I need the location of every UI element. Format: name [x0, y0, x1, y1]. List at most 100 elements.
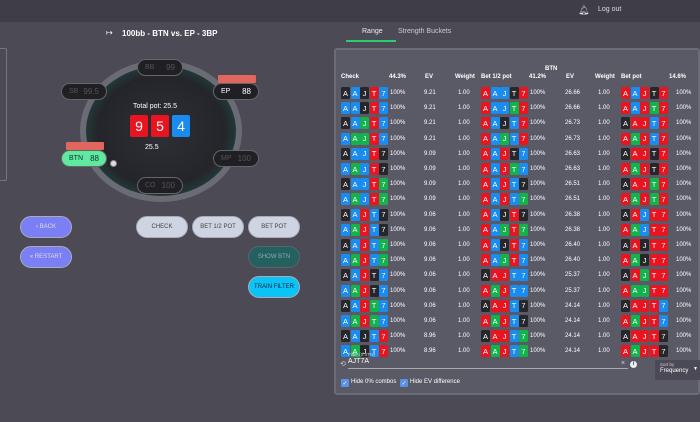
hand-card: A: [621, 132, 630, 145]
weight-cell: 1.00: [458, 181, 470, 188]
hand-card: A: [341, 284, 350, 297]
hand-combo[interactable]: AAJT7: [341, 102, 389, 115]
hand-combo[interactable]: AAJT7: [621, 178, 669, 191]
hand-combo[interactable]: AAJT7: [481, 117, 529, 130]
board-card: 5: [151, 115, 169, 137]
hand-combo[interactable]: AAJT7: [341, 193, 389, 206]
tab-strength-buckets[interactable]: Strength Buckets: [398, 28, 451, 35]
hand-combo[interactable]: AAJT7: [621, 87, 669, 99]
hand-combo[interactable]: AAJT7: [621, 117, 669, 130]
hand-combo[interactable]: AAJT7: [481, 87, 529, 99]
hand-card: 7: [659, 254, 668, 267]
hand-card: A: [341, 223, 350, 236]
back-button[interactable]: ‹ BACK: [20, 216, 72, 238]
weight-cell: 1.00: [458, 120, 470, 127]
bell-icon[interactable]: 🔔︎: [578, 5, 589, 16]
hand-combo[interactable]: AAJT7: [621, 193, 669, 206]
hand-combo[interactable]: AAJT7: [481, 330, 529, 343]
logout-link[interactable]: Log out: [598, 6, 621, 13]
hand-combo[interactable]: AAJT7: [341, 223, 389, 236]
check-button[interactable]: CHECK: [136, 216, 188, 238]
filter-input[interactable]: AJT7A: [348, 358, 628, 369]
hand-combo[interactable]: AAJT7: [341, 284, 389, 297]
hand-card: 7: [519, 239, 528, 251]
hand-combo[interactable]: AAJT7: [341, 87, 389, 99]
hand-card: 7: [379, 254, 388, 267]
hand-combo[interactable]: AAJT7: [621, 163, 669, 175]
hand-combo[interactable]: AAJT7: [621, 284, 669, 297]
exit-icon[interactable]: ↦: [106, 28, 113, 37]
hand-combo[interactable]: AAJT7: [341, 330, 389, 343]
frequency-cell: 100%: [676, 287, 692, 294]
hide-zero-checkbox[interactable]: ✓: [341, 379, 349, 387]
ev-cell: 9.21: [424, 120, 436, 127]
hand-combo[interactable]: AAJT7: [481, 208, 529, 221]
hand-combo[interactable]: AAJT7: [481, 345, 529, 358]
hand-combo[interactable]: AAJT7: [481, 269, 529, 282]
hand-card: A: [621, 330, 630, 343]
hand-combo[interactable]: AAJT7: [621, 102, 669, 115]
hand-card: A: [350, 269, 360, 282]
hand-combo[interactable]: AAJT7: [481, 102, 529, 115]
hand-combo[interactable]: AAJT7: [621, 208, 669, 221]
hide-ev-checkbox[interactable]: ✓: [400, 379, 408, 387]
info-icon[interactable]: i: [630, 361, 637, 368]
hand-combo[interactable]: AAJT7: [481, 284, 529, 297]
hand-card: A: [481, 269, 490, 282]
hand-card: 7: [379, 193, 388, 206]
sort-select[interactable]: Sort by Frequency ▼: [655, 360, 700, 380]
hand-combo[interactable]: AAJT7: [341, 178, 389, 191]
ev-cell: 24.14: [565, 348, 581, 355]
hand-combo[interactable]: AAJT7: [621, 254, 669, 267]
page-title: 100bb - BTN vs. EP - 3BP: [122, 29, 218, 38]
hand-combo[interactable]: AAJT7: [341, 299, 389, 312]
hand-combo[interactable]: AAJT7: [341, 208, 389, 221]
hand-combo[interactable]: AAJT7: [341, 269, 389, 282]
ev-cell: 26.73: [565, 120, 581, 127]
hand-combo[interactable]: AAJT7: [621, 223, 669, 236]
hand-combo[interactable]: AAJT7: [481, 239, 529, 251]
hand-combo[interactable]: AAJT7: [621, 315, 669, 327]
hand-combo[interactable]: AAJT7: [481, 299, 529, 312]
bet-pot-button[interactable]: BET POT: [248, 216, 300, 238]
hand-combo[interactable]: AAJT7: [481, 178, 529, 191]
bet-half-pot-button[interactable]: BET 1/2 POT: [192, 216, 244, 238]
hand-combo[interactable]: AAJT7: [621, 239, 669, 251]
hand-combo[interactable]: AAJT7: [621, 269, 669, 282]
ev-cell: 9.09: [424, 196, 436, 203]
hand-combo[interactable]: AAJT7: [481, 254, 529, 267]
hand-combo[interactable]: AAJT7: [341, 315, 389, 327]
hand-combo[interactable]: AAJT7: [341, 132, 389, 145]
frequency-cell: 100%: [530, 166, 546, 172]
hand-combo[interactable]: AAJT7: [621, 345, 669, 358]
hand-combo[interactable]: AAJT7: [481, 193, 529, 206]
hand-combo[interactable]: AAJT7: [621, 147, 669, 160]
hand-combo[interactable]: AAJT7: [621, 299, 669, 312]
hand-combo[interactable]: AAJT7: [341, 147, 389, 160]
hand-combo[interactable]: AAJT7: [621, 132, 669, 145]
show-btn-button[interactable]: SHOW BTN: [248, 246, 300, 268]
hand-combo[interactable]: AAJT7: [341, 117, 389, 130]
hand-combo[interactable]: AAJT7: [481, 147, 529, 160]
hand-combo[interactable]: AAJT7: [481, 163, 529, 175]
restart-button[interactable]: « RESTART: [20, 246, 72, 268]
hand-combo[interactable]: AAJT7: [481, 223, 529, 236]
hand-combo[interactable]: AAJT7: [481, 315, 529, 327]
hand-card: J: [360, 117, 369, 130]
seat-stack: 100: [161, 181, 175, 190]
train-filter-button[interactable]: TRAIN FILTER: [248, 276, 300, 298]
check-pct: 44.3%: [389, 74, 407, 80]
hand-combo[interactable]: AAJT7: [341, 239, 389, 251]
frequency-cell: 100%: [676, 181, 692, 188]
clear-icon[interactable]: ×: [621, 360, 625, 367]
hand-card: T: [369, 193, 379, 206]
hand-card: A: [630, 330, 640, 343]
hand-combo[interactable]: AAJT7: [341, 254, 389, 267]
hand-combo[interactable]: AAJT7: [621, 330, 669, 343]
hand-combo[interactable]: AAJT7: [481, 132, 529, 145]
tab-range[interactable]: Range: [362, 28, 383, 35]
undo-icon[interactable]: ⟲: [340, 360, 346, 368]
hand-combo[interactable]: AAJT7: [341, 163, 389, 175]
hand-card: A: [341, 87, 350, 99]
ev-cell: 9.09: [424, 181, 436, 188]
